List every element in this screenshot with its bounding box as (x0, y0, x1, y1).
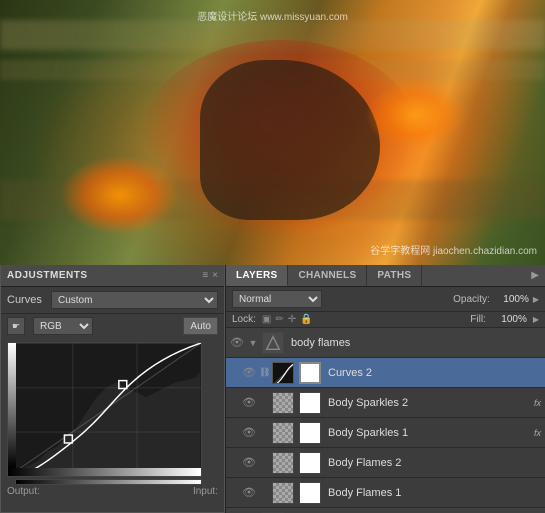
layer-thumb-body-flames (262, 332, 284, 354)
lock-label: Lock: (232, 314, 256, 325)
layer-mask-body-sparkles-1 (299, 422, 321, 444)
curves-graph-area (7, 342, 218, 482)
layer-thumb-body-flames-1 (272, 482, 294, 504)
curves-label: Curves (7, 294, 47, 306)
layer-thumb-body-sparkles-1 (272, 422, 294, 444)
tab-layers[interactable]: LAYERS (226, 265, 288, 286)
opacity-label: Opacity: (453, 294, 490, 305)
curves-channel-row: ☛ RGB Red Green Blue Auto (1, 314, 224, 338)
layer-mask-curves-2 (299, 362, 321, 384)
hand-tool-btn[interactable]: ☛ (7, 317, 25, 335)
curves-preset-select[interactable]: Custom (51, 291, 218, 309)
layer-name-body-sparkles-1: Body Sparkles 1 (324, 427, 529, 439)
layer-eye-body-sparkles-1[interactable]: 👁 (242, 426, 256, 439)
layer-row-body-sparkles-1[interactable]: 👁 Body Sparkles 1 fx (226, 418, 545, 448)
output-label: Output: (7, 486, 40, 497)
watermark-bottom: 谷学字教程网 jiaochen.chazidian.com (370, 242, 537, 257)
lock-transparent-icon[interactable]: ▣ (262, 314, 271, 325)
lock-icons: ▣ ✏ ✛ 🔒 (262, 314, 313, 325)
layer-row-body-flames-2[interactable]: 👁 Body Flames 2 (226, 448, 545, 478)
watermark-top: 恶魔设计论坛 www.missyuan.com (197, 8, 348, 23)
layer-link-curves-2[interactable]: ⛓ (259, 367, 269, 378)
opacity-arrow-icon[interactable]: ▶ (533, 295, 539, 304)
layer-name-body-flames-1: Body Flames 1 (324, 487, 541, 499)
layer-mask-body-flames-2 (299, 452, 321, 474)
layer-name-body-flames-2: Body Flames 2 (324, 457, 541, 469)
layers-tabs: LAYERS CHANNELS PATHS ▶ (226, 265, 545, 287)
layer-row-body-sparkles-2[interactable]: 👁 Body Sparkles 2 fx (226, 388, 545, 418)
layer-row-curves-2[interactable]: 👁 ⛓ Curves 2 (226, 358, 545, 388)
layers-panel: LAYERS CHANNELS PATHS ▶ Normal Multiply … (225, 265, 545, 513)
blend-mode-select[interactable]: Normal Multiply Screen (232, 290, 322, 308)
layer-mask-body-flames-1 (299, 482, 321, 504)
blend-mode-row: Normal Multiply Screen Opacity: 100% ▶ (226, 287, 545, 312)
tab-paths[interactable]: PATHS (367, 265, 422, 286)
curve-point-2[interactable] (119, 381, 127, 389)
layer-name-body-flames: body flames (287, 337, 541, 349)
channel-select[interactable]: RGB Red Green Blue (33, 317, 93, 335)
layer-eye-body-flames[interactable]: 👁 (230, 336, 244, 349)
layer-eye-body-flames-1[interactable]: 👁 (242, 486, 256, 499)
auto-button[interactable]: Auto (183, 317, 218, 335)
lock-move-icon[interactable]: ✛ (288, 314, 296, 325)
layers-list: 👁 ▼ body flames 👁 ⛓ (226, 328, 545, 513)
layer-thumb-body-flames-2 (272, 452, 294, 474)
curves-line-svg (8, 343, 201, 477)
lock-row: Lock: ▣ ✏ ✛ 🔒 Fill: 100% ▶ (226, 312, 545, 328)
photo-area: 恶魔设计论坛 www.missyuan.com 谷学字教程网 jiaochen.… (0, 0, 545, 265)
fill-arrow-icon[interactable]: ▶ (533, 315, 539, 324)
adjustments-header: ADJUSTMENTS ≡ × (1, 265, 224, 287)
adjustments-panel: ADJUSTMENTS ≡ × Curves Custom ☛ RGB Red … (0, 265, 225, 513)
curves-tools: ☛ (7, 317, 25, 335)
layer-row-front-wheel-group[interactable]: 👁 ▶ front wheel flames (226, 508, 545, 513)
layer-eye-body-flames-2[interactable]: 👁 (242, 456, 256, 469)
layer-fx-body-sparkles-1[interactable]: fx (534, 428, 541, 438)
curves-canvas[interactable] (7, 342, 202, 477)
layer-fx-body-sparkles-2[interactable]: fx (534, 398, 541, 408)
layer-eye-curves-2[interactable]: 👁 (242, 366, 256, 379)
layer-thumb-body-sparkles-2 (272, 392, 294, 414)
layer-name-curves-2: Curves 2 (324, 367, 541, 379)
layers-panel-expander[interactable]: ▶ (525, 265, 545, 286)
lock-all-icon[interactable]: 🔒 (300, 314, 312, 325)
layer-expand-body-flames[interactable]: ▼ (247, 338, 259, 348)
fill-value[interactable]: 100% (492, 314, 527, 325)
curves-preset-row: Curves Custom (1, 287, 224, 314)
tab-channels[interactable]: CHANNELS (288, 265, 367, 286)
adjustments-menu-icon[interactable]: ≡ (202, 270, 208, 281)
layer-row-body-flames-1[interactable]: 👁 Body Flames 1 (226, 478, 545, 508)
layer-row-body-flames-group[interactable]: 👁 ▼ body flames (226, 328, 545, 358)
layer-mask-body-sparkles-2 (299, 392, 321, 414)
layer-name-body-sparkles-2: Body Sparkles 2 (324, 397, 529, 409)
layer-thumb-curves-2 (272, 362, 294, 384)
layer-eye-body-sparkles-2[interactable]: 👁 (242, 396, 256, 409)
opacity-value[interactable]: 100% (494, 294, 529, 305)
fill-label: Fill: (470, 314, 486, 325)
input-label: Input: (193, 486, 218, 497)
lock-paint-icon[interactable]: ✏ (275, 314, 283, 325)
adjustments-title: ADJUSTMENTS (7, 270, 88, 281)
adjustments-close-icon[interactable]: × (212, 270, 218, 281)
output-input-labels: Output: Input: (1, 486, 224, 497)
